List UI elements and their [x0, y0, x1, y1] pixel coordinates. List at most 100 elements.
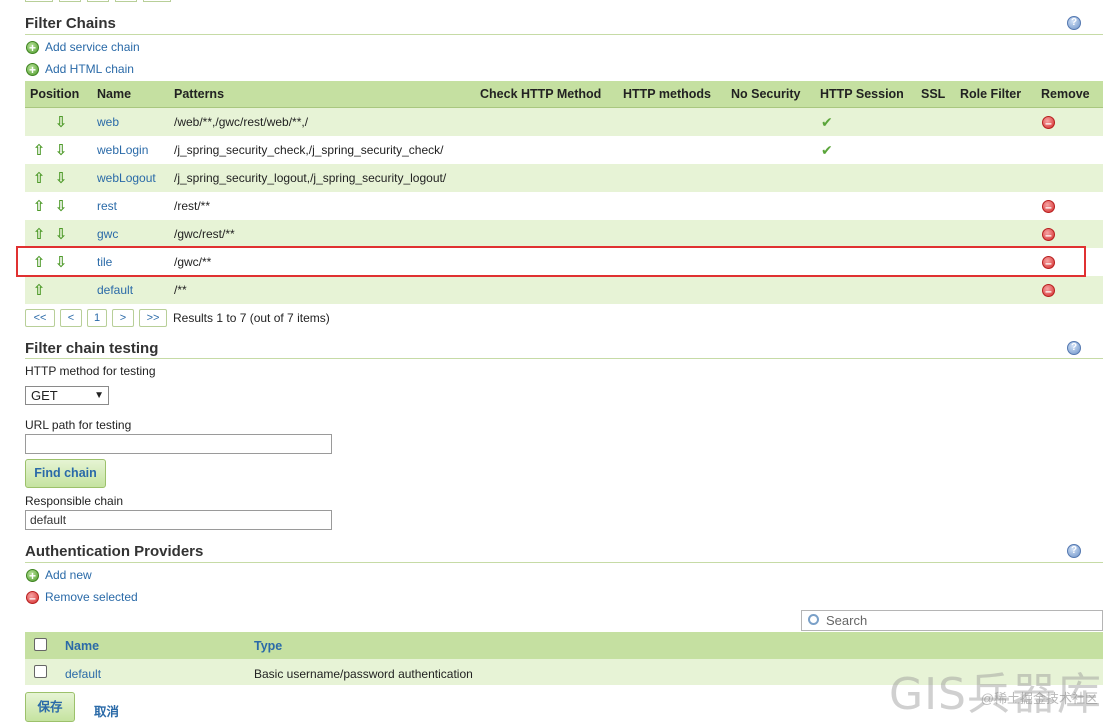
help-icon[interactable]: ? [1067, 16, 1081, 30]
col-name[interactable]: Name [97, 87, 131, 101]
url-path-input[interactable] [25, 434, 332, 454]
table-header: Position Name Patterns Check HTTP Method… [25, 81, 1103, 108]
arrow-up-icon[interactable]: ⇧ [29, 197, 49, 215]
method-label: HTTP method for testing [25, 364, 156, 378]
arrow-up-icon[interactable]: ⇧ [29, 225, 49, 243]
section-divider [25, 562, 1103, 563]
add-html-chain-link[interactable]: + Add HTML chain [26, 61, 134, 77]
arrow-down-icon[interactable]: ⇩ [51, 169, 71, 187]
cancel-link[interactable]: 取消 [94, 701, 119, 720]
position-cell: ⇧ ⇩ [29, 225, 71, 243]
table-row: ⇧ ⇩ gwc/gwc/rest/** – [25, 220, 1103, 248]
col-auth-name[interactable]: Name [65, 639, 99, 653]
top-partial-buttons [25, 0, 171, 2]
chain-name-link[interactable]: rest [97, 199, 117, 213]
pager-next-button[interactable]: > [112, 309, 134, 327]
arrow-down-icon[interactable]: ⇩ [51, 113, 71, 131]
select-all-checkbox[interactable] [34, 638, 47, 651]
save-button[interactable]: 保存 [25, 692, 75, 722]
arrow-up-icon[interactable]: ⇧ [29, 141, 49, 159]
chain-patterns: /gwc/rest/** [174, 227, 235, 241]
position-cell: ⇧ ⇩ [29, 253, 71, 271]
arrow-down-icon[interactable]: ⇩ [51, 141, 71, 159]
pager-prev-button[interactable]: < [60, 309, 82, 327]
remove-selected-link[interactable]: – Remove selected [26, 589, 138, 605]
table-row: ⇧ default /** – [25, 276, 1103, 304]
chain-name-link[interactable]: webLogin [97, 143, 148, 157]
auth-table-header: Name Type [25, 632, 1103, 659]
chain-name-link[interactable]: gwc [97, 227, 118, 241]
pager-page-button[interactable]: 1 [87, 309, 107, 327]
position-cell: ⇧ ⇩ [29, 141, 71, 159]
arrow-up-icon[interactable]: ⇧ [29, 281, 49, 299]
col-patterns[interactable]: Patterns [174, 87, 224, 101]
chain-patterns: /rest/** [174, 199, 211, 213]
table-body: ⇩ web/web/**,/gwc/rest/web/**,/✔ – ⇧ ⇩ webLog… [25, 108, 1103, 304]
col-remove[interactable]: Remove [1041, 87, 1090, 101]
arrow-down-icon[interactable]: ⇩ [51, 253, 71, 271]
remove-icon[interactable]: – [1042, 283, 1055, 297]
filter-chains-title: Filter Chains [25, 15, 116, 32]
remove-icon[interactable]: – [1042, 115, 1055, 129]
remove-selected-label: Remove selected [45, 590, 138, 604]
http-method-value: GET [31, 388, 58, 403]
chain-patterns: /web/**,/gwc/rest/web/**,/ [174, 115, 309, 129]
add-new-link[interactable]: + Add new [26, 567, 92, 583]
chain-patterns: /j_spring_security_check,/j_spring_secur… [174, 143, 444, 157]
table-row: ⇧ ⇩ webLogin/j_spring_security_check,/j_sp… [25, 136, 1103, 164]
table-row: ⇩ web/web/**,/gwc/rest/web/**,/ ✔ – [25, 108, 1103, 136]
col-ssl[interactable]: SSL [921, 87, 945, 101]
add-new-label: Add new [45, 568, 92, 582]
chain-name-link[interactable]: default [97, 283, 133, 297]
section-divider [25, 34, 1103, 35]
col-role-filter[interactable]: Role Filter [960, 87, 1021, 101]
remove-icon[interactable]: – [1042, 255, 1055, 269]
chain-name-link[interactable]: web [97, 115, 119, 129]
add-icon: + [26, 62, 39, 76]
arrow-up-icon[interactable]: ⇧ [29, 169, 49, 187]
arrow-down-icon[interactable]: ⇩ [51, 225, 71, 243]
add-service-chain-link[interactable]: + Add service chain [26, 39, 140, 55]
search-input[interactable]: Search [801, 610, 1103, 631]
find-chain-button[interactable]: Find chain [25, 459, 106, 488]
col-http-session[interactable]: HTTP Session [820, 87, 904, 101]
table-row: ⇧ ⇩ rest/rest/** – [25, 192, 1103, 220]
section-divider [25, 358, 1103, 359]
chevron-down-icon: ▼ [94, 390, 104, 401]
responsible-label: Responsible chain [25, 494, 124, 508]
add-icon: + [26, 568, 39, 582]
remove-icon: – [26, 590, 39, 604]
position-cell: ⇩ [29, 113, 71, 131]
auth-title: Authentication Providers [25, 543, 204, 560]
chain-name-link[interactable]: webLogout [97, 171, 156, 185]
col-position[interactable]: Position [30, 87, 79, 101]
remove-icon[interactable]: – [1042, 227, 1055, 241]
col-no-security[interactable]: No Security [731, 87, 800, 101]
search-placeholder: Search [826, 613, 868, 628]
help-icon[interactable]: ? [1067, 341, 1081, 355]
pager-last-button[interactable]: >> [139, 309, 167, 327]
auth-provider-type: Basic username/password authentication [254, 667, 473, 681]
col-check-http-method[interactable]: Check HTTP Method [480, 87, 601, 101]
position-cell: ⇧ ⇩ [29, 169, 71, 187]
arrow-up-icon[interactable]: ⇧ [29, 253, 49, 271]
table-row: ⇧ ⇩ webLogout/j_spring_security_logout,/j_… [25, 164, 1103, 192]
col-auth-type[interactable]: Type [254, 639, 282, 653]
http-method-select[interactable]: GET ▼ [25, 386, 109, 405]
watermark-sub: @稀土掘金技术社区 [980, 691, 1098, 706]
check-icon: ✔ [821, 141, 833, 158]
arrow-down-icon[interactable]: ⇩ [51, 197, 71, 215]
filter-chains-table: Position Name Patterns Check HTTP Method… [25, 81, 1103, 304]
chain-name-link[interactable]: tile [97, 255, 112, 269]
pager-first-button[interactable]: << [25, 309, 55, 327]
testing-title: Filter chain testing [25, 340, 159, 357]
auth-provider-name-link[interactable]: default [65, 667, 101, 681]
position-cell: ⇧ [29, 281, 71, 299]
responsible-chain-field: default [25, 510, 332, 530]
help-icon[interactable]: ? [1067, 544, 1081, 558]
check-icon: ✔ [821, 113, 833, 130]
add-icon: + [26, 40, 39, 54]
row-checkbox[interactable] [34, 665, 47, 678]
col-http-methods[interactable]: HTTP methods [623, 87, 711, 101]
remove-icon[interactable]: – [1042, 199, 1055, 213]
